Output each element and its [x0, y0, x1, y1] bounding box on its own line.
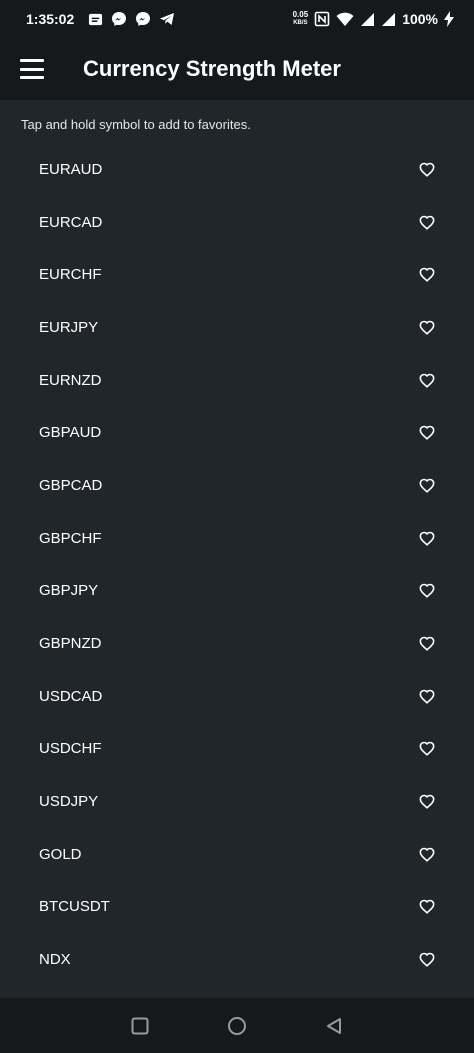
- favorite-button[interactable]: [418, 845, 436, 863]
- symbol-name: USDCHF: [39, 740, 102, 758]
- home-button[interactable]: [226, 1015, 248, 1037]
- circle-icon: [228, 1017, 246, 1035]
- heart-icon: [419, 478, 435, 493]
- symbol-name: EURNZD: [39, 371, 102, 389]
- heart-icon: [419, 320, 435, 335]
- messenger-icon: [112, 12, 127, 26]
- favorites-hint: Tap and hold symbol to add to favorites.: [21, 117, 251, 132]
- list-item[interactable]: EURCAD: [0, 196, 474, 249]
- heart-icon: [419, 267, 435, 283]
- back-button[interactable]: [323, 1015, 345, 1037]
- square-icon: [131, 1017, 149, 1035]
- favorite-button[interactable]: [418, 582, 436, 600]
- list-item[interactable]: GBPJPY: [0, 565, 474, 618]
- list-item[interactable]: EURCHF: [0, 248, 474, 301]
- heart-icon: [419, 373, 435, 388]
- heart-icon: [419, 531, 435, 546]
- app-bar: Currency Strength Meter: [0, 38, 474, 100]
- heart-icon: [419, 952, 435, 968]
- nfc-icon: [314, 11, 330, 27]
- symbol-name: NDX: [39, 951, 71, 969]
- messenger-icon-2: [136, 12, 151, 26]
- list-item[interactable]: BTCUSDT: [0, 881, 474, 934]
- list-item[interactable]: GBPCHF: [0, 512, 474, 565]
- list-item[interactable]: EURAUD: [0, 143, 474, 196]
- favorite-button[interactable]: [418, 424, 436, 442]
- symbol-name: BTCUSDT: [39, 898, 110, 916]
- symbol-name: GBPNZD: [39, 635, 102, 653]
- heart-icon: [419, 742, 435, 757]
- favorite-button[interactable]: [418, 476, 436, 494]
- favorite-button[interactable]: [418, 371, 436, 389]
- battery-level: 100%: [402, 11, 438, 27]
- symbol-name: EURCAD: [39, 213, 103, 231]
- list-item[interactable]: GOLD: [0, 828, 474, 881]
- symbol-name: EURAUD: [39, 160, 103, 178]
- heart-icon: [419, 425, 435, 441]
- signal-icon-2: [382, 12, 396, 26]
- network-speed-unit: KB/S: [293, 20, 308, 26]
- symbol-name: GOLD: [39, 845, 82, 863]
- back-triangle-icon: [327, 1018, 341, 1034]
- heart-icon: [419, 689, 435, 704]
- symbol-list: EURAUD EURCAD EURCHF EURJPY EURNZD GBPAU…: [0, 143, 474, 986]
- symbol-name: USDJPY: [39, 793, 99, 811]
- network-speed-value: 0.05: [292, 10, 309, 19]
- symbol-name: USDCAD: [39, 687, 103, 705]
- status-bar: 1:35:02 0.05 KB/S 100%: [0, 0, 474, 38]
- status-time: 1:35:02: [26, 11, 75, 27]
- heart-icon: [419, 636, 435, 651]
- favorite-button[interactable]: [418, 740, 436, 758]
- symbol-name: EURCHF: [39, 266, 102, 284]
- favorite-button[interactable]: [418, 687, 436, 705]
- favorite-button[interactable]: [418, 635, 436, 653]
- list-item[interactable]: GBPNZD: [0, 617, 474, 670]
- network-speed: 0.05 KB/S: [293, 11, 309, 27]
- charging-icon: [444, 11, 454, 27]
- favorite-button[interactable]: [418, 898, 436, 916]
- heart-icon: [419, 900, 435, 915]
- heart-icon: [419, 215, 435, 230]
- symbol-name: GBPCAD: [39, 476, 103, 494]
- symbol-name: GBPJPY: [39, 582, 99, 600]
- recents-button[interactable]: [129, 1015, 151, 1037]
- favorite-button[interactable]: [418, 793, 436, 811]
- list-item[interactable]: EURNZD: [0, 354, 474, 407]
- list-item[interactable]: USDCAD: [0, 670, 474, 723]
- heart-icon: [419, 847, 435, 862]
- symbol-name: GBPCHF: [39, 529, 102, 547]
- symbol-name: EURJPY: [39, 318, 99, 336]
- heart-icon: [419, 794, 435, 810]
- wifi-icon: [336, 12, 354, 26]
- favorite-button[interactable]: [418, 951, 436, 969]
- list-item[interactable]: GBPAUD: [0, 406, 474, 459]
- list-item[interactable]: USDCHF: [0, 723, 474, 776]
- navigation-bar: [0, 998, 474, 1053]
- menu-icon-bar: [20, 76, 44, 79]
- menu-icon-bar: [20, 67, 44, 71]
- page-title: Currency Strength Meter: [83, 56, 341, 81]
- favorite-button[interactable]: [418, 318, 436, 336]
- favorite-button[interactable]: [418, 213, 436, 231]
- status-right: 0.05 KB/S 100%: [293, 11, 454, 27]
- signal-icon: [361, 12, 375, 26]
- heart-icon: [419, 162, 435, 177]
- heart-icon: [419, 584, 435, 599]
- favorite-button[interactable]: [418, 266, 436, 284]
- list-item[interactable]: EURJPY: [0, 301, 474, 354]
- list-item[interactable]: USDJPY: [0, 775, 474, 828]
- status-left: 1:35:02: [26, 11, 175, 27]
- message-notification-icon: [89, 13, 103, 25]
- symbol-name: GBPAUD: [39, 424, 102, 442]
- favorite-button[interactable]: [418, 529, 436, 547]
- list-item[interactable]: NDX: [0, 933, 474, 986]
- favorite-button[interactable]: [418, 160, 436, 178]
- menu-button[interactable]: [20, 59, 44, 79]
- menu-icon: [20, 59, 44, 62]
- telegram-icon: [160, 13, 175, 25]
- list-item[interactable]: GBPCAD: [0, 459, 474, 512]
